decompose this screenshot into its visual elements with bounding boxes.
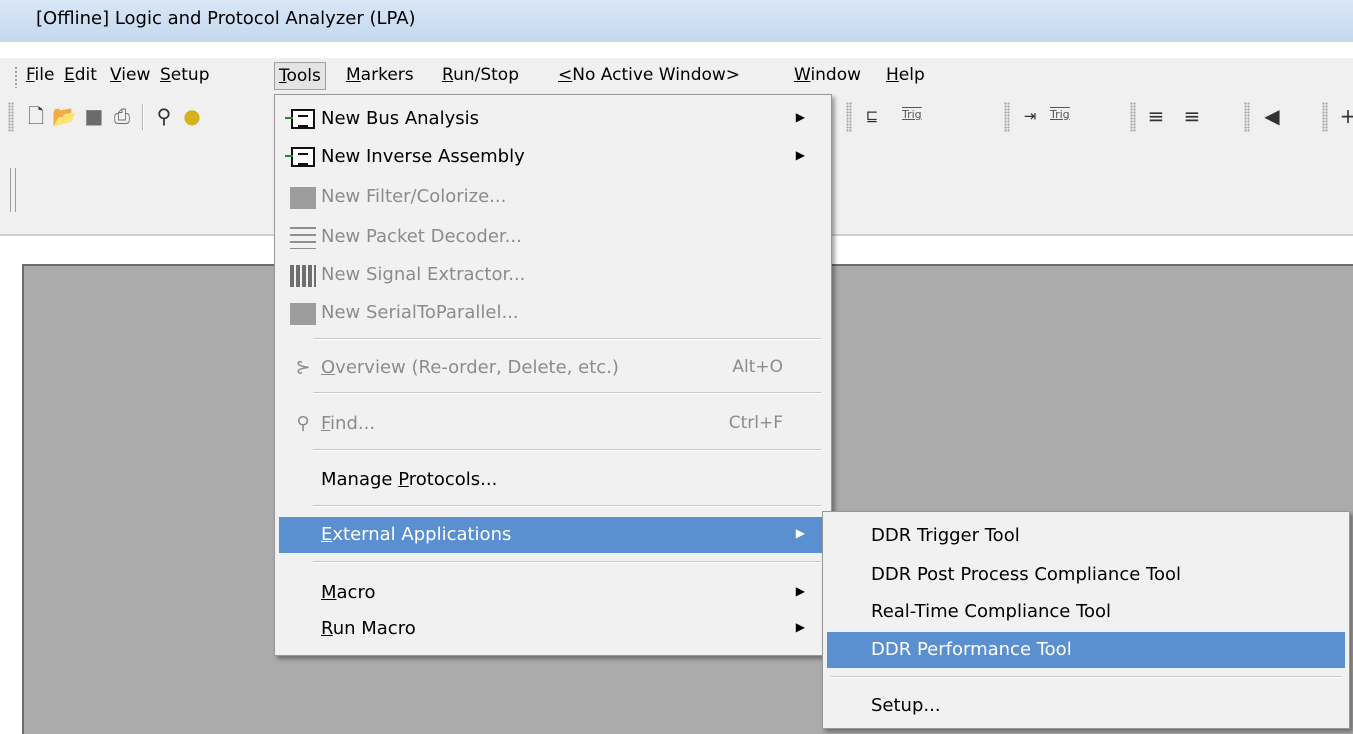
shortcut-ctrl-f: Ctrl+F [728,413,783,433]
toolbar-splitter-handle[interactable] [10,168,16,212]
toolbar-separator [142,104,144,130]
menu-item-manage-protocols[interactable]: Manage Protocols... [279,462,827,498]
title-bar: [Offline] Logic and Protocol Analyzer (L… [0,0,1353,42]
menu-item-external-applications[interactable]: External Applications ▶ [279,517,827,553]
submenu-arrow-icon: ▶ [795,584,805,598]
toolbar-grip [1244,102,1250,132]
submenu-item-setup[interactable]: Setup... [827,688,1345,724]
submenu-arrow-icon: ▶ [795,526,805,540]
menu-item-new-bus-analysis[interactable]: New Bus Analysis ▶ [279,101,827,137]
menu-edit[interactable]: Edit [60,62,101,90]
menu-item-new-signal-extractor: New Signal Extractor... [279,257,827,293]
save-icon[interactable]: ■ [82,104,106,128]
open-folder-icon[interactable]: 📂 [52,104,77,128]
menu-markers[interactable]: Markers [342,62,418,90]
find-binoculars-icon[interactable]: ⚲ [152,104,176,128]
menu-view[interactable]: View [106,62,154,90]
marker-icon[interactable]: ● [180,104,204,128]
inverse-assembly-icon [285,145,317,169]
submenu-item-real-time-compliance-tool[interactable]: Real-Time Compliance Tool [827,594,1345,630]
menu-separator [313,338,821,340]
toolbar-grip [1322,102,1328,132]
serial-to-parallel-icon [289,301,317,325]
signal-extractor-icon [289,263,317,287]
menu-separator [831,676,1341,678]
menu-separator [313,505,821,507]
trig-label[interactable]: Trig [902,108,922,121]
menu-item-overview: ⊱ Overview (Re-order, Delete, etc.) Alt+… [279,350,827,386]
menu-item-run-macro[interactable]: Run Macro ▶ [279,611,827,647]
stop-list-icon[interactable]: ≡ [1180,104,1204,128]
filter-icon [289,185,317,209]
speaker-icon[interactable]: ◀ [1260,104,1284,128]
menu-help[interactable]: Help [882,62,929,90]
packet-decoder-icon [289,225,317,249]
menu-item-new-filter-colorize: New Filter/Colorize... [279,179,827,215]
shortcut-alt-o: Alt+O [732,357,783,377]
bus-analysis-icon [285,107,317,131]
submenu-item-ddr-performance-tool[interactable]: DDR Performance Tool [827,632,1345,668]
submenu-item-ddr-post-process-compliance-tool[interactable]: DDR Post Process Compliance Tool [827,557,1345,593]
toolbar-grip [1004,102,1010,132]
menu-separator [313,392,821,394]
overflow-icon[interactable]: + [1336,104,1353,128]
menu-item-new-serial-to-parallel: New SerialToParallel... [279,295,827,331]
menu-file[interactable]: File [22,62,58,90]
submenu-item-ddr-trigger-tool[interactable]: DDR Trigger Tool [827,518,1345,554]
trigger-step-icon[interactable]: ⇥ [1018,104,1042,128]
menu-separator [313,449,821,451]
overview-tree-icon: ⊱ [295,357,311,378]
window-title: [Offline] Logic and Protocol Analyzer (L… [36,8,416,29]
menu-bar: File Edit View Setup Tools Markers Run/S… [0,58,1353,94]
menu-item-new-packet-decoder: New Packet Decoder... [279,219,827,255]
toolbar-grip [846,102,852,132]
toolbar-grip [1130,102,1136,132]
print-icon[interactable]: ⎙ [110,104,134,128]
menubar-grip [14,66,18,88]
menu-no-active-window[interactable]: <No Active Window> [554,62,744,90]
trigger-sequence-icon[interactable]: ⊑ [860,104,884,128]
menu-separator [313,561,821,563]
submenu-arrow-icon: ▶ [795,620,805,634]
menu-window[interactable]: Window [790,62,865,90]
new-file-icon[interactable]: 🗋 [24,104,48,128]
menu-setup[interactable]: Setup [156,62,214,90]
submenu-arrow-icon: ▶ [795,110,805,124]
trig-label-2[interactable]: Trig [1050,108,1070,121]
toolbar-grip [8,102,14,132]
menu-item-macro[interactable]: Macro ▶ [279,575,827,611]
tools-menu-dropdown: New Bus Analysis ▶ New Inverse Assembly … [274,94,832,656]
submenu-arrow-icon: ▶ [795,148,805,162]
external-applications-submenu: DDR Trigger Tool DDR Post Process Compli… [822,511,1350,729]
menu-item-new-inverse-assembly[interactable]: New Inverse Assembly ▶ [279,139,827,175]
menu-item-find: ⚲ Find... Ctrl+F [279,406,827,442]
find-binoculars-icon: ⚲ [296,413,310,434]
menu-run-stop[interactable]: Run/Stop [438,62,523,90]
menu-tools[interactable]: Tools [274,62,326,90]
run-list-icon[interactable]: ≡ [1144,104,1168,128]
